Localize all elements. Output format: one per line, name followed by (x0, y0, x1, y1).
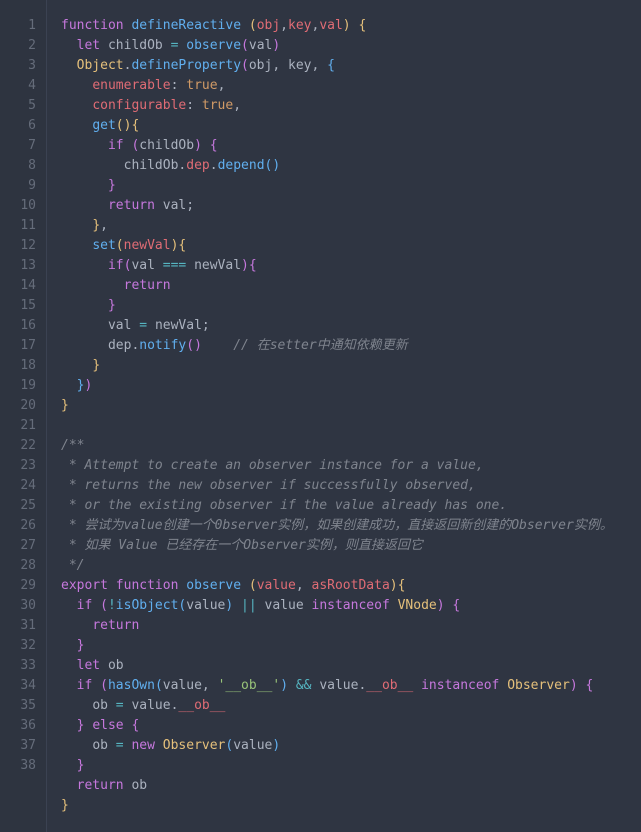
code-line: */ (61, 556, 641, 576)
line-number: 13 (0, 256, 36, 276)
code-line: Object.defineProperty(obj, key, { (61, 56, 641, 76)
code-line: dep.notify() // 在setter中通知依赖更新 (61, 336, 641, 356)
code-line: get(){ (61, 116, 641, 136)
code-line: let ob (61, 656, 641, 676)
code-line: } (61, 796, 641, 816)
line-number: 22 (0, 436, 36, 456)
code-line: val = newVal; (61, 316, 641, 336)
code-line: return (61, 276, 641, 296)
line-number: 35 (0, 696, 36, 716)
line-number: 7 (0, 136, 36, 156)
code-area[interactable]: function defineReactive (obj,key,val) { … (47, 0, 641, 832)
line-number: 3 (0, 56, 36, 76)
line-number: 17 (0, 336, 36, 356)
code-line: return val; (61, 196, 641, 216)
line-number: 27 (0, 536, 36, 556)
line-number: 1 (0, 16, 36, 36)
code-line (61, 416, 641, 436)
line-number: 16 (0, 316, 36, 336)
line-number: 11 (0, 216, 36, 236)
line-number: 38 (0, 756, 36, 776)
code-line: return ob (61, 776, 641, 796)
line-number: 31 (0, 616, 36, 636)
line-number: 24 (0, 476, 36, 496)
code-line: * Attempt to create an observer instance… (61, 456, 641, 476)
line-number: 18 (0, 356, 36, 376)
code-line: configurable: true, (61, 96, 641, 116)
code-line: if(val === newVal){ (61, 256, 641, 276)
line-number: 32 (0, 636, 36, 656)
line-number: 29 (0, 576, 36, 596)
line-number: 14 (0, 276, 36, 296)
line-number-gutter: 1234567891011121314151617181920212223242… (0, 0, 47, 832)
code-line: childOb.dep.depend() (61, 156, 641, 176)
line-number: 2 (0, 36, 36, 56)
line-number: 28 (0, 556, 36, 576)
code-line: * returns the new observer if successful… (61, 476, 641, 496)
code-line: } (61, 396, 641, 416)
line-number: 9 (0, 176, 36, 196)
line-number: 26 (0, 516, 36, 536)
code-line: } (61, 636, 641, 656)
line-number: 33 (0, 656, 36, 676)
code-line: } (61, 756, 641, 776)
line-number: 25 (0, 496, 36, 516)
line-number: 23 (0, 456, 36, 476)
line-number: 36 (0, 716, 36, 736)
code-line: * or the existing observer if the value … (61, 496, 641, 516)
line-number: 8 (0, 156, 36, 176)
code-line: }, (61, 216, 641, 236)
line-number: 20 (0, 396, 36, 416)
code-line: }) (61, 376, 641, 396)
code-line: set(newVal){ (61, 236, 641, 256)
line-number: 19 (0, 376, 36, 396)
line-number: 5 (0, 96, 36, 116)
code-line: } (61, 176, 641, 196)
code-line: * 如果 Value 已经存在一个Observer实例，则直接返回它 (61, 536, 641, 556)
code-line: * 尝试为value创建一个0bserver实例，如果创建成功，直接返回新创建的… (61, 516, 641, 536)
code-editor: 1234567891011121314151617181920212223242… (0, 0, 641, 832)
code-line: /** (61, 436, 641, 456)
line-number: 34 (0, 676, 36, 696)
code-line: ob = value.__ob__ (61, 696, 641, 716)
line-number: 21 (0, 416, 36, 436)
line-number: 12 (0, 236, 36, 256)
code-line: enumerable: true, (61, 76, 641, 96)
code-line: } (61, 356, 641, 376)
code-line: if (hasOwn(value, '__ob__') && value.__o… (61, 676, 641, 696)
line-number: 37 (0, 736, 36, 756)
line-number: 15 (0, 296, 36, 316)
line-number: 10 (0, 196, 36, 216)
code-line: if (!isObject(value) || value instanceof… (61, 596, 641, 616)
line-number: 30 (0, 596, 36, 616)
code-line: return (61, 616, 641, 636)
code-line: ob = new Observer(value) (61, 736, 641, 756)
code-line: if (childOb) { (61, 136, 641, 156)
code-line: let childOb = observe(val) (61, 36, 641, 56)
line-number: 6 (0, 116, 36, 136)
code-line: } else { (61, 716, 641, 736)
code-line: export function observe (value, asRootDa… (61, 576, 641, 596)
line-number: 4 (0, 76, 36, 96)
code-line: function defineReactive (obj,key,val) { (61, 16, 641, 36)
code-line: } (61, 296, 641, 316)
